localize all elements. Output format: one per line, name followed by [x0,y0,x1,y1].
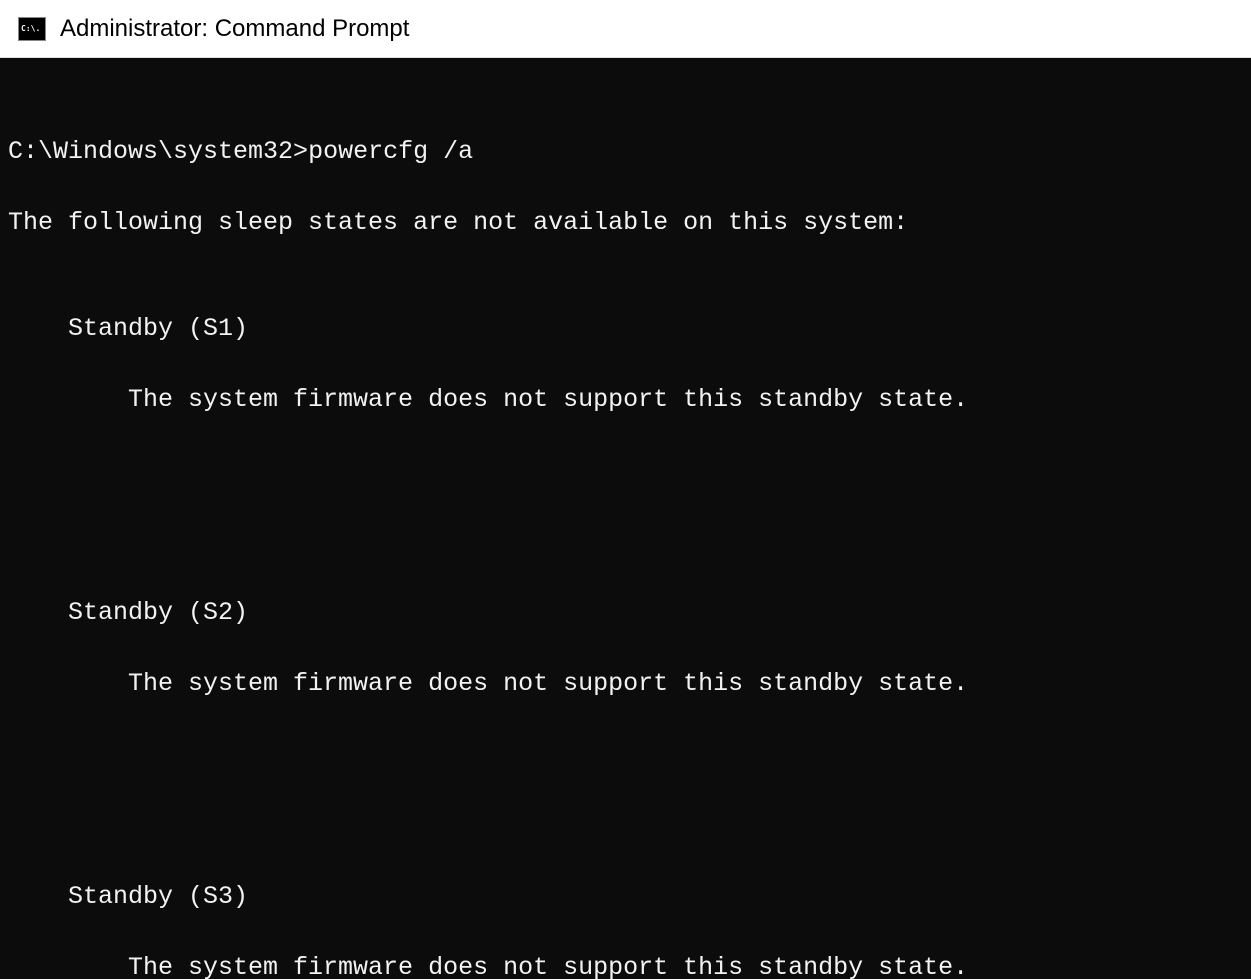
prompt-line: C:\Windows\system32>powercfg /a [8,134,1243,170]
sleep-state-block: Standby (S1) The system firmware does no… [8,276,1243,454]
command-prompt-icon: C:\. [18,17,46,41]
sleep-state-name: Standby (S1) [8,311,1243,347]
sleep-state-name: Standby (S2) [8,595,1243,631]
sleep-state-block: Standby (S2) The system firmware does no… [8,560,1243,738]
sleep-state-reason: The system firmware does not support thi… [8,382,1243,418]
output-header: The following sleep states are not avail… [8,205,1243,241]
blank-line [8,773,1243,809]
command-prompt-window: C:\. Administrator: Command Prompt C:\Wi… [0,0,1251,979]
sleep-state-reason: The system firmware does not support thi… [8,950,1243,979]
terminal-output[interactable]: C:\Windows\system32>powercfg /a The foll… [0,58,1251,979]
command-prompt-icon-text: C:\. [21,25,40,33]
blank-line [8,489,1243,525]
sleep-state-reason: The system firmware does not support thi… [8,666,1243,702]
prompt-path: C:\Windows\system32> [8,137,308,166]
window-title: Administrator: Command Prompt [60,15,409,43]
title-bar[interactable]: C:\. Administrator: Command Prompt [0,0,1251,58]
sleep-state-name: Standby (S3) [8,879,1243,915]
command-text: powercfg /a [308,137,473,166]
sleep-state-block: Standby (S3) The system firmware does no… [8,844,1243,979]
